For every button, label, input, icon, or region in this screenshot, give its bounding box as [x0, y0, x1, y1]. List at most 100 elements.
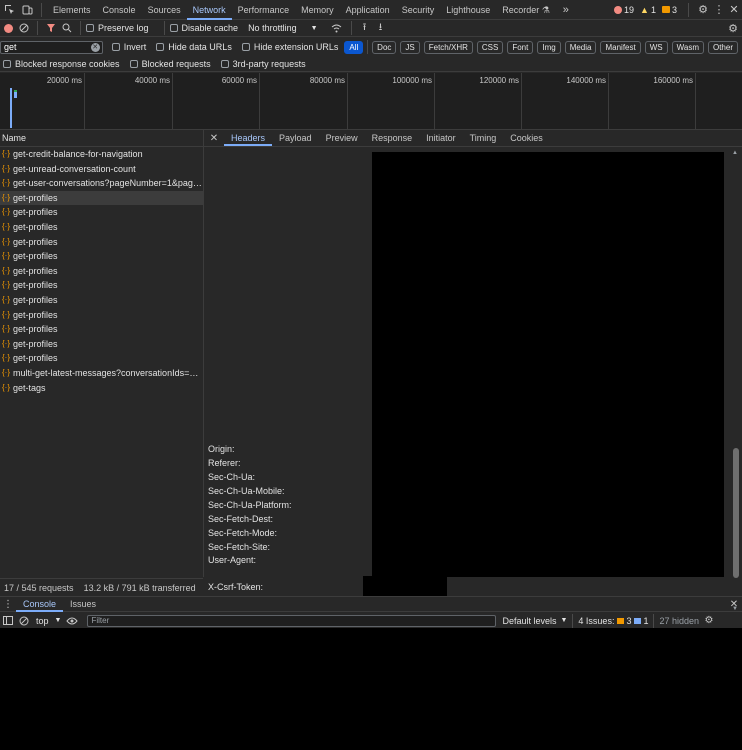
type-filter-css[interactable]: CSS [476, 40, 504, 54]
type-filter-js[interactable]: JS [400, 40, 420, 54]
blocked-filter-bar: Blocked response cookies Blocked request… [0, 56, 742, 72]
kebab-menu-icon[interactable]: ⋮ [712, 3, 726, 16]
type-filter-manifest[interactable]: Manifest [600, 40, 641, 54]
table-row[interactable]: {·} get-user-conversations?pageNumber=1&p… [0, 176, 203, 191]
table-row[interactable]: {·} get-profiles [0, 351, 203, 366]
type-filter-ws[interactable]: WS [644, 40, 668, 54]
fetch-icon: {·} [2, 207, 11, 217]
search-icon[interactable] [59, 23, 75, 33]
disable-cache-checkbox[interactable]: Disable cache [169, 23, 238, 33]
scrollbar-thumb[interactable] [733, 448, 739, 578]
tab-recorder[interactable]: Recorder ⚗ [496, 0, 556, 20]
tab-network[interactable]: Network [186, 0, 232, 20]
hide-extension-urls-checkbox[interactable]: Hide extension URLs [241, 42, 338, 52]
scroll-up-icon[interactable]: ▲ [732, 150, 738, 156]
context-select[interactable]: top ▼ [36, 616, 61, 626]
throttling-select[interactable]: No throttling ▼ [248, 23, 317, 33]
table-row[interactable]: {·} get-profiles [0, 293, 203, 308]
filter-icon[interactable] [43, 23, 59, 33]
clear-icon[interactable] [16, 23, 32, 33]
tab-security[interactable]: Security [396, 0, 441, 20]
third-party-requests-checkbox[interactable]: 3rd-party requests [220, 59, 306, 69]
import-har-icon[interactable]: ⭱ [357, 20, 373, 37]
preserve-log-checkbox[interactable]: Preserve log [86, 23, 149, 33]
tab-lighthouse[interactable]: Lighthouse [440, 0, 496, 20]
hide-data-urls-checkbox[interactable]: Hide data URLs [156, 42, 232, 52]
table-row[interactable]: {·} get-unread-conversation-count [0, 162, 203, 177]
more-tabs-icon[interactable]: » [556, 4, 576, 16]
tab-performance[interactable]: Performance [232, 0, 296, 20]
type-filter-media[interactable]: Media [564, 40, 597, 54]
close-icon[interactable]: ✕ [726, 3, 742, 16]
tab-headers[interactable]: Headers [224, 130, 273, 146]
type-filter-img[interactable]: Img [537, 40, 561, 54]
tab-elements[interactable]: Elements [47, 0, 97, 20]
drawer-tab-issues[interactable]: Issues [63, 596, 103, 612]
record-stop-icon[interactable] [0, 23, 16, 33]
type-filter-fetch-xhr[interactable]: Fetch/XHR [423, 40, 473, 54]
table-row[interactable]: {·} get-profiles [0, 322, 203, 337]
table-row-selected[interactable]: {·} get-profiles [0, 190, 203, 206]
console-sidebar-icon[interactable] [0, 616, 16, 625]
inspect-element-icon[interactable] [0, 4, 18, 15]
clear-console-icon[interactable] [16, 616, 32, 626]
type-filter-other[interactable]: Other [707, 40, 738, 54]
error-count-badge[interactable]: 19 [614, 5, 634, 15]
warning-count-badge[interactable]: ▲ 1 [640, 5, 656, 15]
type-filter-all[interactable]: All [344, 40, 364, 54]
tab-memory[interactable]: Memory [295, 0, 340, 20]
gear-icon[interactable]: ⚙ [694, 3, 712, 16]
details-scrollbar[interactable]: ▲ ▼ [732, 150, 740, 612]
close-details-icon[interactable]: ✕ [204, 133, 224, 144]
tab-payload[interactable]: Payload [272, 130, 319, 146]
close-drawer-icon[interactable]: ✕ [726, 599, 742, 610]
tab-sources[interactable]: Sources [142, 0, 187, 20]
table-row[interactable]: {·} get-profiles [0, 278, 203, 293]
tab-console[interactable]: Console [97, 0, 142, 20]
tab-application[interactable]: Application [340, 0, 396, 20]
info-count-badge[interactable]: 3 [661, 5, 677, 15]
divider [653, 613, 655, 628]
console-filter-input[interactable]: Filter [87, 614, 497, 627]
console-settings-icon[interactable]: ⚙ [701, 615, 717, 626]
blocked-requests-checkbox[interactable]: Blocked requests [129, 59, 211, 69]
network-overview-timeline[interactable]: 20000 ms 40000 ms 60000 ms 80000 ms 1000… [0, 73, 742, 130]
table-row[interactable]: {·} multi-get-latest-messages?conversatio… [0, 366, 203, 381]
header-name-sec-ch-ua: Sec-Ch-Ua: [208, 472, 256, 482]
clear-filter-icon[interactable]: ✕ [90, 42, 100, 52]
table-row[interactable]: {·} get-profiles [0, 337, 203, 352]
overview-tick: 160000 ms [653, 73, 696, 129]
table-row[interactable]: {·} get-profiles [0, 220, 203, 235]
tab-initiator[interactable]: Initiator [419, 130, 463, 146]
header-name-sec-fetch-mode: Sec-Fetch-Mode: [208, 528, 278, 538]
checkbox-icon [169, 24, 178, 32]
header-name-origin: Origin: [208, 444, 235, 454]
type-filter-doc[interactable]: Doc [372, 40, 397, 54]
blocked-response-cookies-checkbox[interactable]: Blocked response cookies [3, 59, 120, 69]
tab-timing[interactable]: Timing [463, 130, 504, 146]
drawer-menu-icon[interactable]: ⋮ [0, 599, 16, 610]
table-row[interactable]: {·} get-profiles [0, 308, 203, 323]
network-conditions-icon[interactable] [328, 24, 346, 33]
type-filter-font[interactable]: Font [507, 40, 534, 54]
name-column-header[interactable]: Name [0, 130, 203, 147]
tab-preview[interactable]: Preview [319, 130, 365, 146]
export-har-icon[interactable]: ⭳ [373, 20, 389, 37]
network-settings-icon[interactable]: ⚙ [724, 22, 742, 35]
tab-cookies[interactable]: Cookies [503, 130, 550, 146]
table-row[interactable]: {·} get-profiles [0, 205, 203, 220]
table-row[interactable]: {·} get-tags [0, 381, 203, 396]
table-row[interactable]: {·} get-profiles [0, 235, 203, 250]
tab-response[interactable]: Response [365, 130, 420, 146]
drawer-tab-console[interactable]: Console [16, 596, 64, 612]
type-filter-wasm[interactable]: Wasm [671, 40, 704, 54]
eye-icon[interactable] [61, 617, 83, 625]
filter-input[interactable]: get ✕ [0, 40, 103, 54]
table-row[interactable]: {·} get-profiles [0, 264, 203, 279]
invert-checkbox[interactable]: Invert [111, 42, 146, 52]
issues-counter[interactable]: 4 Issues: 3 1 [578, 616, 648, 626]
table-row[interactable]: {·} get-credit-balance-for-navigation [0, 147, 203, 162]
log-levels-select[interactable]: Default levels ▼ [502, 616, 567, 626]
device-toolbar-icon[interactable] [18, 4, 36, 15]
table-row[interactable]: {·} get-profiles [0, 249, 203, 264]
